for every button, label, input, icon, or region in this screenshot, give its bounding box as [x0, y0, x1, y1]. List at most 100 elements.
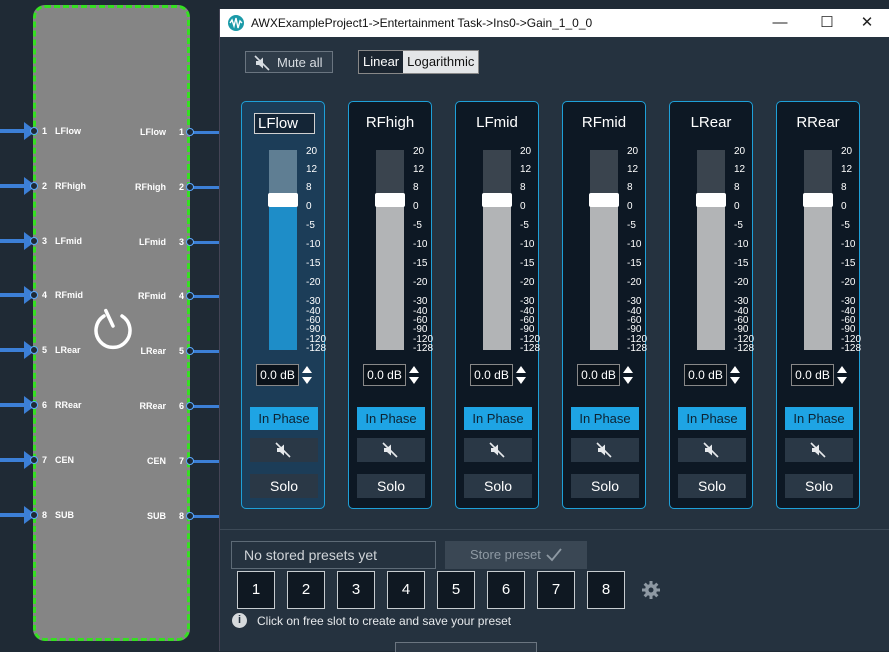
in-phase-button[interactable]: In Phase [678, 407, 746, 430]
preset-slot[interactable]: 3 [337, 571, 375, 609]
solo-button[interactable]: Solo [250, 474, 318, 498]
fader-handle[interactable] [696, 193, 726, 207]
mute-button[interactable] [785, 438, 853, 462]
in-phase-button[interactable]: In Phase [250, 407, 318, 430]
mute-button[interactable] [464, 438, 532, 462]
fader-handle[interactable] [482, 193, 512, 207]
mute-button[interactable] [357, 438, 425, 462]
fader-handle[interactable] [589, 193, 619, 207]
channel-strip[interactable]: LFlow 20 12 8 0 -5 -10 -15 -20 -30 -40 -60 -90 -120 -1… [241, 101, 326, 509]
input-pin[interactable] [30, 127, 38, 135]
gain-input[interactable]: 0.0 dB [577, 364, 620, 386]
input-pin-label: CEN [55, 455, 75, 465]
store-preset-button[interactable]: Store preset [445, 541, 587, 569]
output-pin[interactable] [186, 402, 194, 410]
input-pin[interactable] [30, 346, 38, 354]
preset-slot[interactable]: 8 [587, 571, 625, 609]
output-pin[interactable] [186, 128, 194, 136]
channel-strip[interactable]: RFhigh 20 12 8 0 -5 -10 -15 -20 -30 -40 -60 -90 -120-… [348, 101, 433, 509]
gain-input[interactable]: 0.0 dB [684, 364, 727, 386]
design-canvas[interactable]: 1 LFlow 2 RFhigh 3 LFmid 4 RFmid 5 LRear 6 RRear 7 CE… [0, 0, 222, 651]
output-connector[interactable] [192, 131, 222, 134]
fader-track[interactable] [268, 150, 298, 350]
channel-strip[interactable]: LFmid 20 12 8 0 -5 -10 -15 -20 -30 -40 -60 -90 -120 -1… [455, 101, 540, 509]
minimize-button[interactable]: — [758, 11, 802, 35]
input-pin[interactable] [30, 182, 38, 190]
preset-slot[interactable]: 2 [287, 571, 325, 609]
input-connector[interactable] [0, 286, 36, 304]
close-button[interactable]: ✕ [845, 11, 889, 35]
input-pin[interactable] [30, 291, 38, 299]
input-connector[interactable] [0, 232, 36, 250]
gain-stepper[interactable] [516, 365, 526, 385]
fader-track[interactable] [482, 150, 512, 350]
solo-button[interactable]: Solo [785, 474, 853, 498]
in-phase-button[interactable]: In Phase [357, 407, 425, 430]
gain-stepper[interactable] [730, 365, 740, 385]
mute-all-button[interactable]: Mute all [245, 51, 333, 73]
input-connector[interactable] [0, 396, 36, 414]
fader-track[interactable] [803, 150, 833, 350]
gain-input[interactable]: 0.0 dB [363, 364, 406, 386]
solo-button[interactable]: Solo [678, 474, 746, 498]
mute-button[interactable] [250, 438, 318, 462]
gain-input[interactable]: 0.0 dB [470, 364, 513, 386]
output-connector[interactable] [192, 295, 222, 298]
in-phase-button[interactable]: In Phase [464, 407, 532, 430]
input-pin[interactable] [30, 511, 38, 519]
output-connector[interactable] [192, 350, 222, 353]
preset-slot[interactable]: 6 [487, 571, 525, 609]
scale-option-linear[interactable]: Linear [359, 51, 404, 73]
fader-track[interactable] [589, 150, 619, 350]
fader-handle[interactable] [803, 193, 833, 207]
output-connector[interactable] [192, 460, 222, 463]
output-connector[interactable] [192, 241, 222, 244]
channel-name[interactable]: LFlow [254, 113, 315, 134]
output-pin[interactable] [186, 292, 194, 300]
fader-track[interactable] [696, 150, 726, 350]
gain-input[interactable]: 0.0 dB [256, 364, 299, 386]
mute-button[interactable] [571, 438, 639, 462]
gain-stepper[interactable] [623, 365, 633, 385]
input-connector[interactable] [0, 177, 36, 195]
preset-slot[interactable]: 4 [387, 571, 425, 609]
channel-strip[interactable]: RRear 20 12 8 0 -5 -10 -15 -20 -30 -40 -60 -90 -120 -1… [776, 101, 861, 509]
preset-slot[interactable]: 5 [437, 571, 475, 609]
in-phase-button[interactable]: In Phase [571, 407, 639, 430]
scale-toggle[interactable]: Linear Logarithmic [358, 50, 480, 74]
input-pin[interactable] [30, 237, 38, 245]
scale-option-logarithmic[interactable]: Logarithmic [403, 51, 479, 73]
output-connector[interactable] [192, 515, 222, 518]
fader-handle[interactable] [375, 193, 405, 207]
input-pin[interactable] [30, 456, 38, 464]
input-connector[interactable] [0, 506, 36, 524]
input-connector[interactable] [0, 341, 36, 359]
gain-stepper[interactable] [409, 365, 419, 385]
maximize-button[interactable]: ☐ [805, 11, 849, 35]
gain-input[interactable]: 0.0 dB [791, 364, 834, 386]
output-connector[interactable] [192, 186, 222, 189]
output-pin[interactable] [186, 347, 194, 355]
output-pin[interactable] [186, 183, 194, 191]
fader-handle[interactable] [268, 193, 298, 207]
gain-stepper[interactable] [302, 365, 312, 385]
gain-stepper[interactable] [837, 365, 847, 385]
output-pin[interactable] [186, 512, 194, 520]
preset-slot[interactable]: 7 [537, 571, 575, 609]
solo-button[interactable]: Solo [464, 474, 532, 498]
channel-strip[interactable]: RFmid 20 12 8 0 -5 -10 -15 -20 -30 -40 -60 -90 -120 -1… [562, 101, 647, 509]
preset-slot[interactable]: 1 [237, 571, 275, 609]
channel-strip[interactable]: LRear 20 12 8 0 -5 -10 -15 -20 -30 -40 -60 -90 -120 -1… [669, 101, 754, 509]
solo-button[interactable]: Solo [571, 474, 639, 498]
output-pin[interactable] [186, 457, 194, 465]
mute-button[interactable] [678, 438, 746, 462]
output-pin[interactable] [186, 238, 194, 246]
output-connector[interactable] [192, 405, 222, 408]
gear-icon[interactable] [641, 580, 661, 600]
input-connector[interactable] [0, 451, 36, 469]
in-phase-button[interactable]: In Phase [785, 407, 853, 430]
fader-track[interactable] [375, 150, 405, 350]
solo-button[interactable]: Solo [357, 474, 425, 498]
input-connector[interactable] [0, 122, 36, 140]
input-pin[interactable] [30, 401, 38, 409]
